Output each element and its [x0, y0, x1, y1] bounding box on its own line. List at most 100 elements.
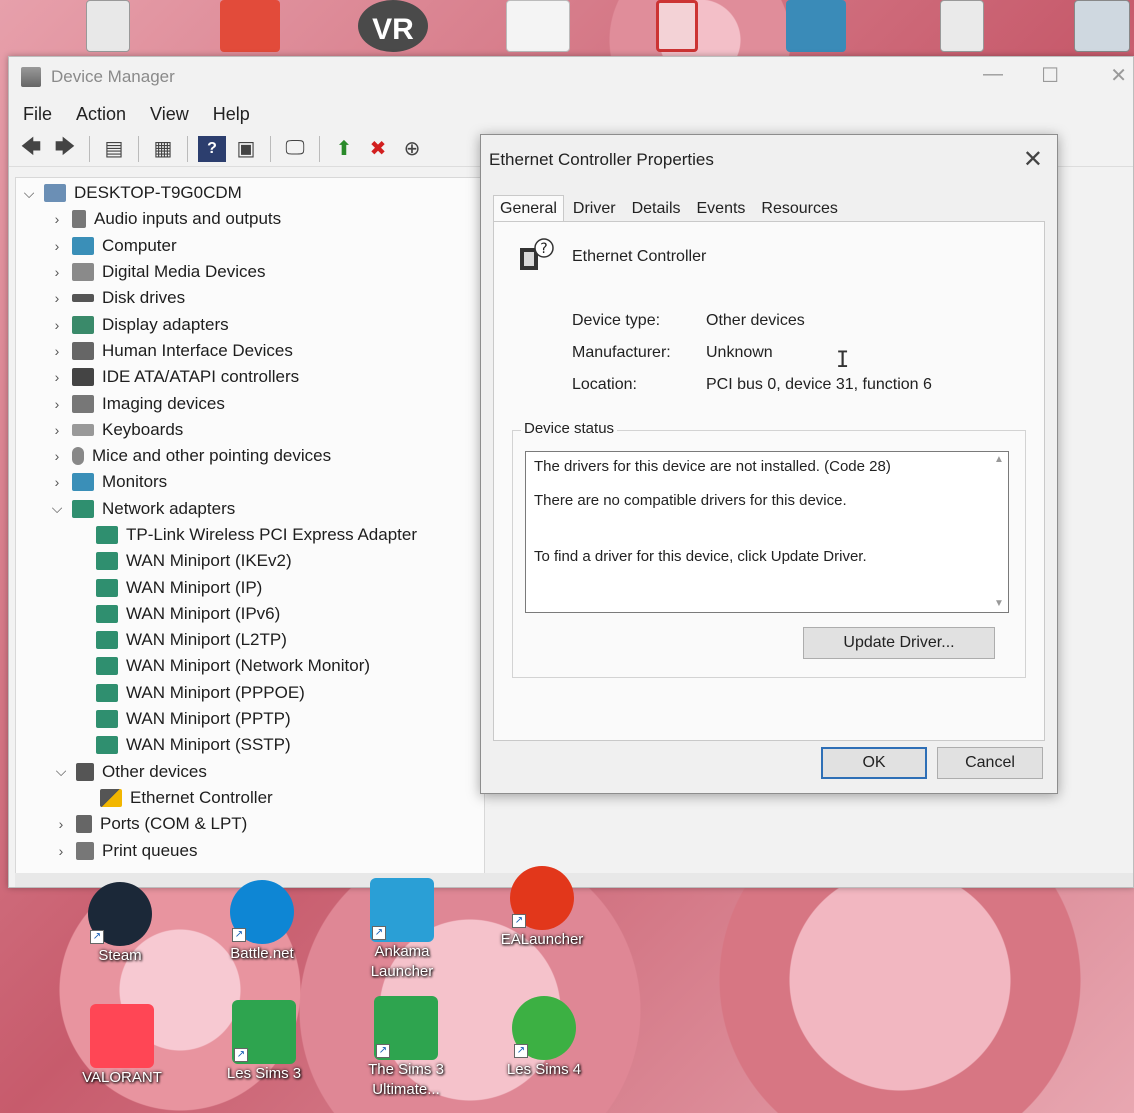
scroll-down-icon[interactable]: ▼ [994, 598, 1004, 610]
minimize-icon[interactable]: — [983, 63, 1003, 86]
tree-item-mice[interactable]: › Mice and other pointing devices [16, 443, 484, 469]
expand-chevron-icon[interactable]: › [48, 317, 66, 333]
scan-hardware-icon[interactable]: 🖵 [281, 136, 309, 162]
menu-action[interactable]: Action [76, 104, 126, 125]
tree-item-ide[interactable]: › IDE ATA/ATAPI controllers [16, 364, 484, 390]
tree-item-network-child[interactable]: WAN Miniport (IKEv2) [16, 548, 484, 574]
device-type-row: Device type: Other devices [572, 312, 805, 330]
close-icon[interactable]: ✕ [1023, 145, 1043, 174]
expand-chevron-icon[interactable]: › [48, 448, 66, 464]
view-icon[interactable]: ▣ [232, 136, 260, 162]
tree-item-ports[interactable]: › Ports (COM & LPT) [16, 811, 484, 837]
desktop-icon-label: Les Sims 4 [506, 1061, 582, 1078]
tree-item-monitors[interactable]: › Monitors [16, 469, 484, 495]
tree-item-network-child[interactable]: WAN Miniport (PPTP) [16, 706, 484, 732]
maximize-icon[interactable]: ☐ [1041, 63, 1059, 88]
desktop-icon-ankama[interactable]: ↗ Ankama Launcher [352, 878, 452, 982]
expand-chevron-icon[interactable]: › [48, 343, 66, 359]
device-tree-panel[interactable]: ⌵ DESKTOP-T9G0CDM › Audio inputs and out… [15, 177, 485, 877]
expand-chevron-icon[interactable]: › [52, 843, 70, 859]
tree-item-network-child[interactable]: WAN Miniport (L2TP) [16, 627, 484, 653]
tree-item-display-adapters[interactable]: › Display adapters [16, 311, 484, 337]
dialog-tabs: General Driver Details Events Resources [493, 195, 847, 222]
tree-item-other-devices[interactable]: ⌵ Other devices [16, 759, 484, 785]
tree-item-network-child[interactable]: WAN Miniport (PPPOE) [16, 680, 484, 706]
expand-chevron-icon[interactable]: › [48, 396, 66, 412]
tree-item-audio[interactable]: › Audio inputs and outputs [16, 206, 484, 232]
expand-chevron-icon[interactable]: › [48, 474, 66, 490]
desktop-icon-sims-3-ultimate[interactable]: ↗ The Sims 3 Ultimate... [356, 996, 456, 1100]
expand-chevron-icon[interactable]: › [48, 264, 66, 280]
tree-item-network-child[interactable]: TP-Link Wireless PCI Express Adapter [16, 522, 484, 548]
expand-chevron-icon[interactable]: › [48, 369, 66, 385]
tree-item-keyboards[interactable]: › Keyboards [16, 417, 484, 443]
desktop-icon-ealauncher[interactable]: ↗ EALauncher [492, 866, 592, 950]
scroll-up-icon[interactable]: ▲ [994, 454, 1004, 466]
desktop-icon-les-sims-4[interactable]: ↗ Les Sims 4 [494, 996, 594, 1080]
expand-chevron-icon[interactable]: › [48, 211, 66, 227]
tree-item-imaging[interactable]: › Imaging devices [16, 390, 484, 416]
file-desktop-icon[interactable] [940, 0, 984, 52]
menu-view[interactable]: View [150, 104, 189, 125]
desktop-icon-label: Steam [98, 947, 142, 964]
tab-details[interactable]: Details [625, 195, 688, 222]
tree-item-network-adapters[interactable]: ⌵ Network adapters [16, 496, 484, 522]
tree-item-hid[interactable]: › Human Interface Devices [16, 338, 484, 364]
collapse-chevron-icon[interactable]: ⌵ [52, 763, 70, 780]
cancel-button[interactable]: Cancel [937, 747, 1043, 779]
download-icon[interactable]: ⊕ [398, 136, 426, 162]
forward-arrow-icon[interactable]: 🡆 [51, 136, 79, 162]
update-driver-button[interactable]: Update Driver... [803, 627, 995, 659]
tree-item-network-child[interactable]: WAN Miniport (IP) [16, 574, 484, 600]
network-desktop-icon[interactable] [786, 0, 846, 52]
expand-chevron-icon[interactable]: › [52, 816, 70, 832]
document-desktop-icon[interactable] [86, 0, 130, 52]
tree-item-ethernet-controller[interactable]: Ethernet Controller [16, 785, 484, 811]
collapse-chevron-icon[interactable]: ⌵ [20, 185, 38, 202]
tab-general[interactable]: General [493, 195, 564, 222]
app-desktop-icon[interactable] [656, 0, 698, 52]
collapse-chevron-icon[interactable]: ⌵ [48, 500, 66, 517]
desktop-icon-les-sims-3[interactable]: ↗ Les Sims 3 [214, 1000, 314, 1084]
dialog-titlebar[interactable]: Ethernet Controller Properties ✕ [481, 135, 1057, 185]
desktop-icon-battlenet[interactable]: ↗ Battle.net [212, 880, 312, 964]
status-scrollbar[interactable]: ▲ ▼ [992, 454, 1006, 610]
expand-chevron-icon[interactable]: › [48, 422, 66, 438]
properties-icon[interactable]: ▦ [149, 136, 177, 162]
tree-item-network-child[interactable]: WAN Miniport (IPv6) [16, 601, 484, 627]
desktop-icon-valorant[interactable]: VALORANT [72, 1004, 172, 1088]
show-hide-tree-icon[interactable]: ▤ [100, 136, 128, 162]
java-desktop-icon[interactable] [506, 0, 570, 52]
tree-root[interactable]: ⌵ DESKTOP-T9G0CDM [16, 180, 484, 206]
back-arrow-icon[interactable]: 🡄 [17, 136, 45, 162]
menu-help[interactable]: Help [213, 104, 250, 125]
help-icon[interactable]: ? [198, 135, 226, 162]
update-driver-icon[interactable]: ⬆ [330, 136, 358, 162]
battlenet-icon: ↗ [230, 880, 294, 944]
close-icon[interactable]: ✕ [1110, 63, 1127, 88]
device-name: Ethernet Controller [572, 248, 707, 265]
tree-item-digital-media[interactable]: › Digital Media Devices [16, 259, 484, 285]
toolbar-separator [138, 135, 139, 162]
expand-chevron-icon[interactable]: › [48, 238, 66, 254]
tree-item-disk-drives[interactable]: › Disk drives [16, 285, 484, 311]
tab-driver[interactable]: Driver [566, 195, 623, 222]
desktop-icon-steam[interactable]: ↗ Steam [70, 882, 170, 966]
vr-desktop-icon[interactable]: VR [358, 0, 428, 52]
game-desktop-icon[interactable] [220, 0, 280, 52]
menu-file[interactable]: File [23, 104, 52, 125]
device-status-textbox[interactable]: The drivers for this device are not inst… [525, 451, 1009, 613]
tab-events[interactable]: Events [690, 195, 753, 222]
tree-item-network-child[interactable]: WAN Miniport (SSTP) [16, 732, 484, 758]
device-manager-titlebar[interactable]: Device Manager — ☐ ✕ [9, 57, 1133, 97]
expand-chevron-icon[interactable]: › [48, 290, 66, 306]
tree-item-print-queues[interactable]: › Print queues [16, 837, 484, 863]
tab-resources[interactable]: Resources [754, 195, 844, 222]
network-adapter-icon [96, 710, 118, 729]
toolbar-separator [187, 135, 188, 162]
tree-item-network-child[interactable]: WAN Miniport (Network Monitor) [16, 653, 484, 679]
tree-item-computer[interactable]: › Computer [16, 233, 484, 259]
ok-button[interactable]: OK [821, 747, 927, 779]
uninstall-device-icon[interactable]: ✖ [364, 136, 392, 162]
archive-desktop-icon[interactable] [1074, 0, 1130, 52]
